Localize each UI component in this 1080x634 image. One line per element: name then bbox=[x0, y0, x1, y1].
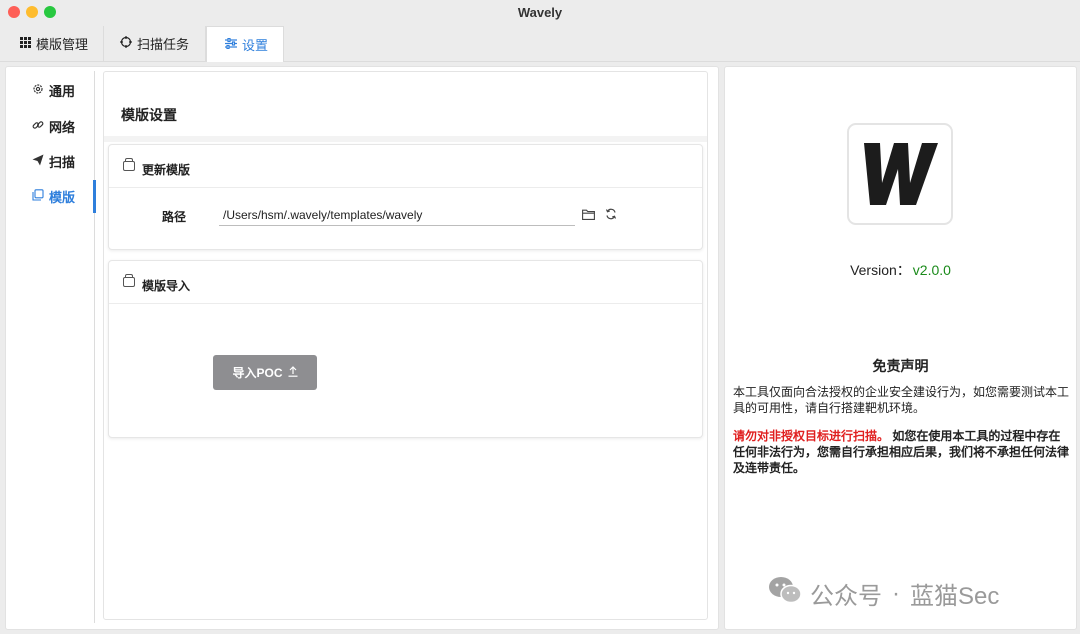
path-label: 路径 bbox=[162, 210, 187, 224]
sidebar-item-scan[interactable]: 扫描 bbox=[31, 151, 75, 171]
card-icon bbox=[123, 274, 135, 287]
card-header: 模版导入 bbox=[109, 261, 702, 304]
grid-icon bbox=[20, 36, 31, 51]
tab-bar: 模版管理 扫描任务 设置 bbox=[0, 24, 1080, 62]
sidebar-item-template[interactable]: 模版 bbox=[31, 186, 75, 206]
tab-settings[interactable]: 设置 bbox=[206, 26, 284, 62]
watermark: 公众号 · 蓝猫Sec bbox=[768, 576, 999, 611]
path-input[interactable] bbox=[219, 205, 575, 226]
tab-label: 模版管理 bbox=[36, 37, 89, 52]
sidebar-item-label: 扫描 bbox=[49, 154, 76, 170]
sidebar-item-label: 网络 bbox=[49, 119, 76, 135]
upload-icon bbox=[288, 365, 298, 380]
folder-icon[interactable] bbox=[579, 205, 597, 223]
settings-frame: 通用 网络 扫描 模版 模版设置 更新模版 路径 /Users/hsm/.wav… bbox=[5, 66, 719, 630]
refresh-icon[interactable] bbox=[602, 205, 620, 223]
import-poc-button[interactable]: 导入POC bbox=[213, 355, 317, 390]
about-panel: Version： v2.0.0 免责声明 本工具仅面向合法授权的企业安全建设行为，… bbox=[724, 66, 1077, 630]
version-value: v2.0.0 bbox=[912, 262, 951, 278]
disclaimer-title: 免责声明 bbox=[872, 358, 929, 374]
update-template-card: 更新模版 路径 bbox=[108, 144, 703, 250]
card-icon bbox=[123, 158, 135, 171]
template-settings-panel: 模版设置 更新模版 路径 模版导入 导入POC bbox=[103, 71, 708, 620]
tab-scan-tasks[interactable]: 扫描任务 bbox=[104, 26, 206, 61]
sliders-icon bbox=[225, 37, 237, 52]
link-icon bbox=[31, 119, 45, 134]
wechat-icon bbox=[768, 576, 802, 611]
disclaimer-text: 本工具仅面向合法授权的企业安全建设行为，如您需要测试本工具的可用性，请自行搭建靶… bbox=[733, 385, 1070, 415]
card-header: 更新模版 bbox=[109, 145, 702, 188]
sidebar-item-network[interactable]: 网络 bbox=[31, 116, 75, 136]
app-logo bbox=[847, 123, 953, 225]
divider bbox=[104, 136, 707, 142]
import-template-card: 模版导入 导入POC bbox=[108, 260, 703, 438]
button-label: 导入POC bbox=[232, 366, 283, 380]
gear-icon bbox=[31, 83, 45, 98]
crosshair-icon bbox=[120, 36, 132, 51]
tab-template-management[interactable]: 模版管理 bbox=[12, 26, 104, 61]
tab-label: 扫描任务 bbox=[137, 37, 190, 52]
disclaimer-warning: 请勿对非授权目标进行扫描。 如您在使用本工具的过程中存在任何非法行为，您需自行承… bbox=[733, 428, 1071, 476]
watermark-name: 蓝猫Sec bbox=[910, 583, 1000, 610]
version-info: Version： v2.0.0 bbox=[725, 260, 1076, 280]
card-title: 模版导入 bbox=[142, 279, 191, 293]
sidebar-active-indicator bbox=[93, 180, 96, 213]
card-title: 更新模版 bbox=[142, 163, 191, 177]
tab-label: 设置 bbox=[242, 38, 269, 53]
page-title: 模版设置 bbox=[121, 107, 177, 123]
wavely-logo-icon bbox=[864, 143, 938, 205]
title-bar: Wavely bbox=[0, 0, 1080, 24]
sidebar-item-label: 通用 bbox=[49, 83, 76, 99]
settings-sidebar: 通用 网络 扫描 模版 bbox=[6, 67, 94, 629]
warning-red-text: 请勿对非授权目标进行扫描。 bbox=[733, 429, 890, 443]
sidebar-item-label: 模版 bbox=[49, 189, 76, 205]
window-title: Wavely bbox=[517, 5, 563, 20]
version-label: Version： bbox=[850, 262, 911, 278]
sidebar-item-general[interactable]: 通用 bbox=[31, 80, 75, 100]
paper-plane-icon bbox=[31, 154, 45, 169]
sidebar-divider bbox=[94, 71, 95, 623]
watermark-prefix: 公众号 bbox=[810, 583, 882, 610]
watermark-separator: · bbox=[892, 579, 900, 607]
copy-icon bbox=[31, 188, 45, 204]
